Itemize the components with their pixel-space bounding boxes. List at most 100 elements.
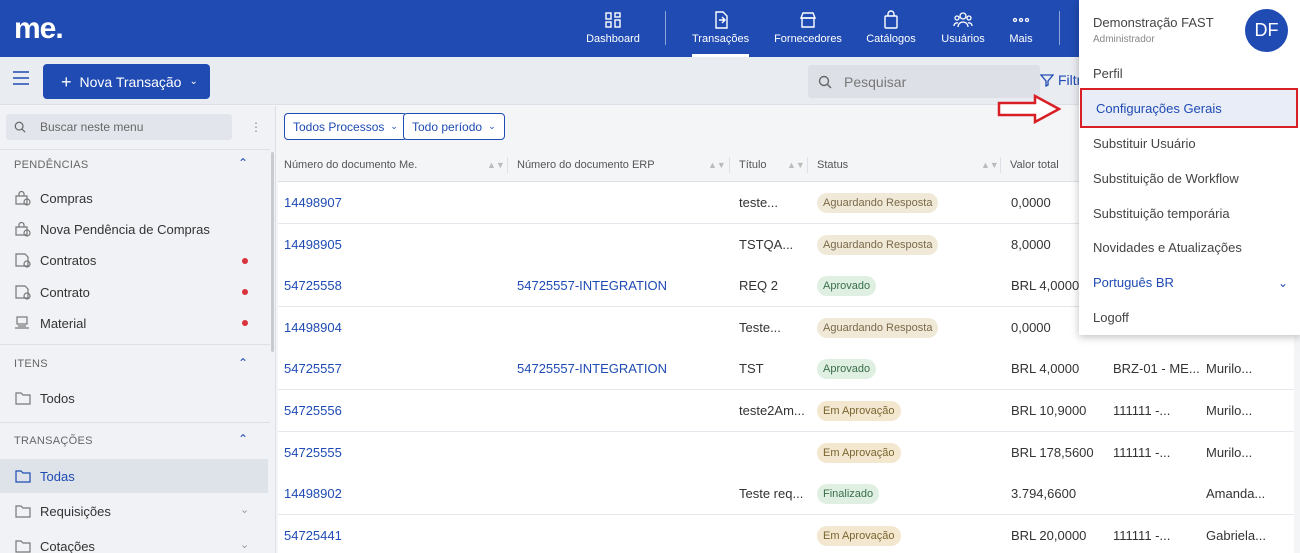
document-number-link[interactable]: 14498905 — [284, 224, 342, 265]
sidebar-item-label: Cotações — [40, 538, 95, 553]
document-number-link[interactable]: 14498904 — [284, 307, 342, 348]
sidebar-item-contrato[interactable]: Contrato — [14, 280, 254, 304]
nav-divider — [1059, 11, 1060, 45]
title-cell: teste2Am... — [739, 403, 805, 418]
sidebar-item-todas[interactable]: Todas — [0, 459, 268, 493]
title-cell: Teste req... — [739, 486, 804, 502]
table-row[interactable]: 54725556 teste2Am... Em Aprovação BRL 10,90… — [278, 390, 1294, 432]
nav-users[interactable]: Usuários — [940, 0, 986, 57]
nav-transactions[interactable]: Transações — [692, 0, 749, 57]
status-badge: Aguardando Resposta — [817, 317, 939, 338]
column-divider — [729, 157, 730, 173]
menu-item-substituir-usuario[interactable]: Substituir Usuário — [1079, 127, 1300, 161]
nav-dashboard[interactable]: Dashboard — [586, 0, 640, 57]
column-header[interactable]: Número do documento ERP — [517, 148, 655, 182]
title-cell: REQ 2 — [739, 278, 779, 294]
nav-catalogs[interactable]: Catálogos — [866, 0, 916, 57]
sort-icon[interactable]: ▲▼ — [487, 148, 505, 182]
sort-icon[interactable]: ▲▼ — [708, 148, 726, 182]
document-number-link[interactable]: 14498907 — [284, 182, 342, 223]
user-name: Demonstração FAST — [1093, 15, 1214, 30]
sidebar-item-label: Compras — [40, 190, 93, 206]
section-title-transacoes: TRANSAÇÕES — [14, 435, 93, 447]
chevron-down-icon: ⌄ — [488, 121, 496, 131]
folder-icon — [15, 505, 31, 518]
folder-icon — [15, 540, 31, 553]
total-value-cell: 0,0000 — [1011, 319, 1051, 335]
menu-item-configuracoes-gerais[interactable]: Configurações Gerais — [1080, 88, 1298, 128]
requester-cell: Murilo... — [1206, 361, 1253, 377]
chevron-down-icon[interactable]: ⌄ — [240, 503, 249, 516]
contract-icon — [15, 285, 31, 300]
erp-number-link[interactable]: 54725557-INTEGRATION — [517, 265, 667, 306]
sort-icon[interactable]: ▲▼ — [981, 148, 999, 182]
more-dots-icon — [1012, 17, 1030, 23]
sidebar-item-todos[interactable]: Todos — [14, 386, 254, 410]
nav-dashboard-label: Dashboard — [586, 33, 640, 45]
document-number-link[interactable]: 54725555 — [284, 432, 342, 473]
erp-number-link[interactable]: 54725557-INTEGRATION — [517, 348, 667, 389]
hamburger-menu-icon[interactable] — [12, 70, 30, 86]
sidebar-item-cotacoes[interactable]: Cotações — [14, 534, 254, 553]
nav-suppliers[interactable]: Fornecedores — [773, 0, 843, 57]
column-header[interactable]: Status — [817, 148, 848, 182]
sidebar-item-label: Todos — [40, 390, 75, 406]
sidebar-item-nova-pendencia[interactable]: Nova Pendência de Compras — [14, 217, 254, 241]
column-divider — [807, 157, 808, 173]
process-filter-dropdown[interactable]: Todos Processos ⌄ — [284, 113, 407, 140]
avatar[interactable]: DF — [1245, 9, 1288, 52]
table-row[interactable]: 54725441 Em Aprovação BRL 20,0000 111111 -.… — [278, 514, 1294, 553]
chevron-up-icon[interactable]: ⌃ — [238, 432, 248, 446]
sidebar-item-contratos[interactable]: Contratos — [14, 248, 254, 272]
menu-item-substituicao-workflow[interactable]: Substituição de Workflow — [1079, 162, 1300, 196]
period-filter-dropdown[interactable]: Todo período ⌄ — [403, 113, 505, 140]
menu-item-novidades[interactable]: Novidades e Atualizações — [1079, 231, 1300, 265]
sidebar-scrollbar[interactable] — [271, 152, 274, 352]
status-badge: Finalizado — [817, 484, 880, 505]
total-value-cell: 8,0000 — [1011, 236, 1051, 252]
chevron-down-icon: ⌄ — [1277, 276, 1288, 290]
requester-cell: Amanda... — [1206, 486, 1266, 502]
sidebar-item-requisicoes[interactable]: Requisições — [14, 499, 254, 523]
logo: me. — [14, 12, 64, 45]
table-row[interactable]: 54725555 Em Aprovação BRL 178,5600 111111 -… — [278, 431, 1294, 474]
nav-more[interactable]: Mais — [1006, 0, 1036, 57]
sidebar-item-label: Contrato — [40, 284, 90, 300]
sidebar-item-label: Todas — [40, 468, 75, 484]
filter-button[interactable]: Filtr — [1040, 72, 1081, 88]
column-header[interactable]: Número do documento Me. — [284, 148, 417, 182]
menu-item-substituicao-temporaria[interactable]: Substituição temporária — [1079, 197, 1300, 231]
search-placeholder: Pesquisar — [844, 73, 907, 90]
kebab-menu-icon[interactable]: ⋮ — [250, 120, 262, 134]
sidebar-search-placeholder: Buscar neste menu — [40, 120, 144, 134]
column-header[interactable]: Valor total — [1010, 148, 1059, 182]
menu-item-logoff[interactable]: Logoff — [1079, 301, 1300, 335]
document-number-link[interactable]: 54725556 — [284, 390, 342, 431]
sidebar-search-input[interactable]: Buscar neste menu — [6, 114, 232, 140]
chevron-down-icon[interactable]: ⌄ — [240, 538, 249, 551]
column-header[interactable]: Título — [739, 148, 767, 182]
document-number-link[interactable]: 54725558 — [284, 265, 342, 306]
unit-cell: 111111 -... — [1113, 444, 1171, 460]
sidebar-item-compras[interactable]: Compras — [14, 186, 254, 210]
search-icon — [818, 75, 832, 88]
document-number-link[interactable]: 54725557 — [284, 348, 342, 389]
folder-icon — [15, 470, 31, 483]
menu-item-perfil[interactable]: Perfil — [1079, 57, 1300, 91]
chevron-up-icon[interactable]: ⌃ — [238, 356, 248, 370]
table-row[interactable]: 54725557 54725557-INTEGRATION TST Aprovado B… — [278, 348, 1294, 391]
divider — [0, 149, 270, 150]
sidebar-item-material[interactable]: Material — [14, 311, 254, 335]
document-number-link[interactable]: 54725441 — [284, 515, 342, 553]
language-selector[interactable]: Português BR ⌄ — [1079, 266, 1300, 300]
chevron-up-icon[interactable]: ⌃ — [238, 156, 248, 170]
title-cell: teste... — [739, 195, 779, 210]
sort-icon[interactable]: ▲▼ — [787, 148, 805, 182]
column-divider — [507, 157, 508, 173]
table-row[interactable]: 14498902 Teste req... Finalizado 3.794,6600… — [278, 473, 1294, 516]
new-transaction-button[interactable]: + Nova Transação ⌄ — [43, 64, 210, 99]
transactions-icon — [714, 11, 728, 29]
total-value-cell: BRL 20,0000 — [1011, 527, 1087, 543]
nav-more-label: Mais — [1009, 33, 1033, 45]
document-number-link[interactable]: 14498902 — [284, 473, 342, 514]
